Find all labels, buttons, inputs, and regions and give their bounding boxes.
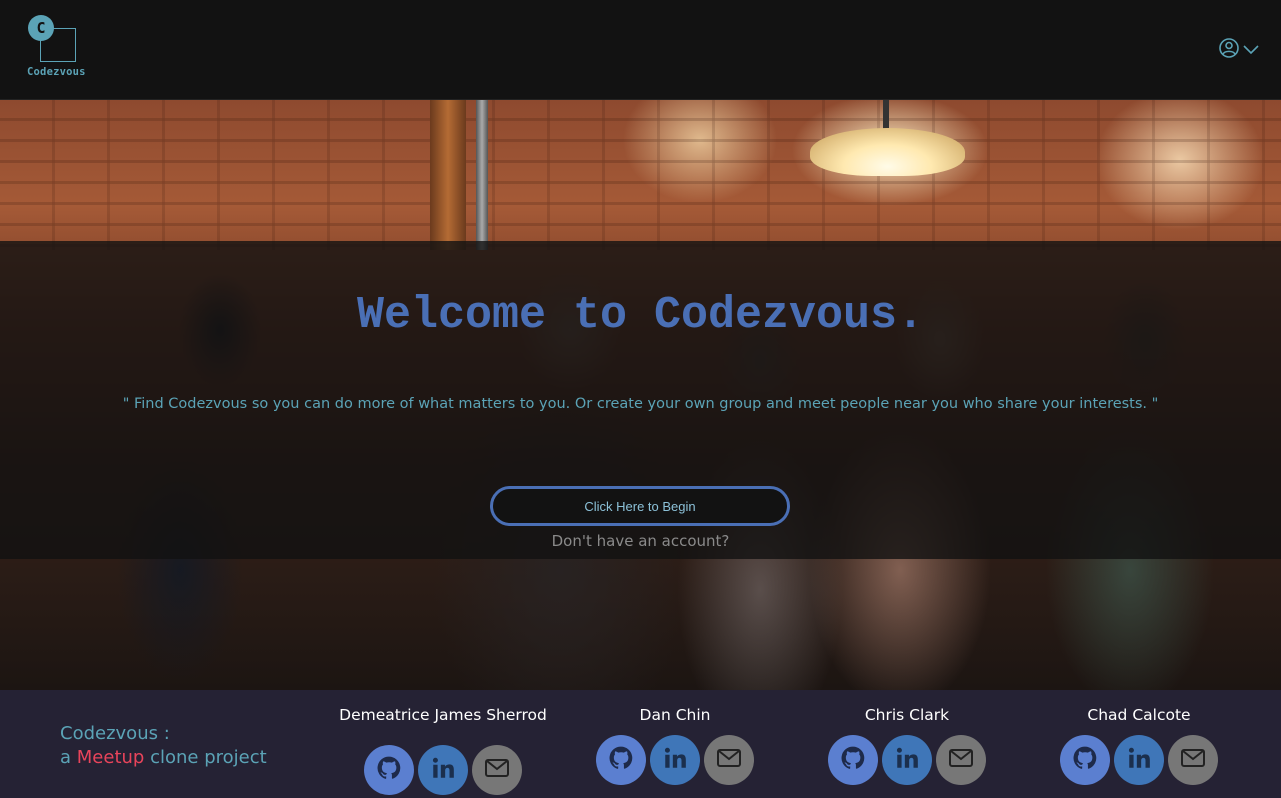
linkedin-icon (1126, 745, 1152, 775)
linkedin-link[interactable] (882, 735, 932, 785)
codezvous-logo[interactable]: C Codezvous (26, 14, 96, 84)
team-member: Dan Chin (559, 695, 791, 785)
email-icon (716, 748, 742, 772)
team-member: Chris Clark (791, 695, 1023, 785)
email-link[interactable] (472, 745, 522, 795)
github-icon (840, 745, 866, 775)
team-member-links (791, 735, 1023, 785)
github-icon (608, 745, 634, 775)
hero-quote: " Find Codezvous so you can do more of w… (122, 396, 1159, 412)
user-circle-icon (1218, 37, 1240, 63)
github-link[interactable] (596, 735, 646, 785)
team-member-name: Chris Clark (864, 706, 950, 724)
footer-tagline: Codezvous : a Meetup clone project (60, 722, 267, 770)
top-nav-bar: C Codezvous (0, 0, 1281, 100)
logo-letter: C (28, 15, 54, 41)
github-link[interactable] (364, 745, 414, 795)
footer-tagline-line2: a Meetup clone project (60, 746, 267, 770)
hero-section: Welcome to Codezvous. " Find Codezvous s… (0, 100, 1281, 690)
github-icon (376, 755, 402, 785)
background-photo-lamp-cord (883, 100, 889, 130)
email-link[interactable] (1168, 735, 1218, 785)
email-link[interactable] (936, 735, 986, 785)
tagline-suffix: clone project (150, 747, 267, 768)
hero-title: Welcome to Codezvous. (356, 290, 925, 341)
background-photo-lamp (810, 128, 965, 176)
begin-button[interactable]: Click Here to Begin (490, 486, 790, 526)
team-member-name: Dan Chin (639, 706, 711, 724)
linkedin-link[interactable] (418, 745, 468, 795)
background-photo-beam (430, 100, 466, 250)
github-link[interactable] (1060, 735, 1110, 785)
github-icon (1072, 745, 1098, 775)
linkedin-link[interactable] (1114, 735, 1164, 785)
page: C Codezvous Welcome to Codezvous. " Find… (0, 0, 1281, 798)
tagline-brand: Meetup (76, 747, 145, 768)
footer: Codezvous : a Meetup clone project Demea… (0, 690, 1281, 798)
linkedin-icon (662, 745, 688, 775)
background-photo-brick-wall (0, 100, 1281, 250)
user-menu-button[interactable] (1218, 38, 1262, 62)
team-member-name: Demeatrice James Sherrod (339, 706, 547, 724)
background-photo-pipe (476, 100, 488, 250)
chevron-down-icon (1242, 41, 1260, 60)
linkedin-icon (430, 755, 456, 785)
footer-tagline-line1: Codezvous : (60, 723, 170, 744)
email-icon (484, 758, 510, 782)
github-link[interactable] (828, 735, 878, 785)
email-icon (1180, 748, 1206, 772)
linkedin-icon (894, 745, 920, 775)
email-icon (948, 748, 974, 772)
team-member-name: Chad Calcote (1087, 706, 1191, 724)
team-member-links (559, 735, 791, 785)
linkedin-link[interactable] (650, 735, 700, 785)
team-member-links (327, 745, 559, 795)
team-member: Demeatrice James Sherrod (327, 695, 559, 795)
email-link[interactable] (704, 735, 754, 785)
tagline-prefix: a (60, 747, 72, 768)
team-member: Chad Calcote (1023, 695, 1255, 785)
signup-link[interactable]: Don't have an account? (0, 532, 1281, 550)
team-member-links (1023, 735, 1255, 785)
logo-text: Codezvous (27, 66, 86, 78)
